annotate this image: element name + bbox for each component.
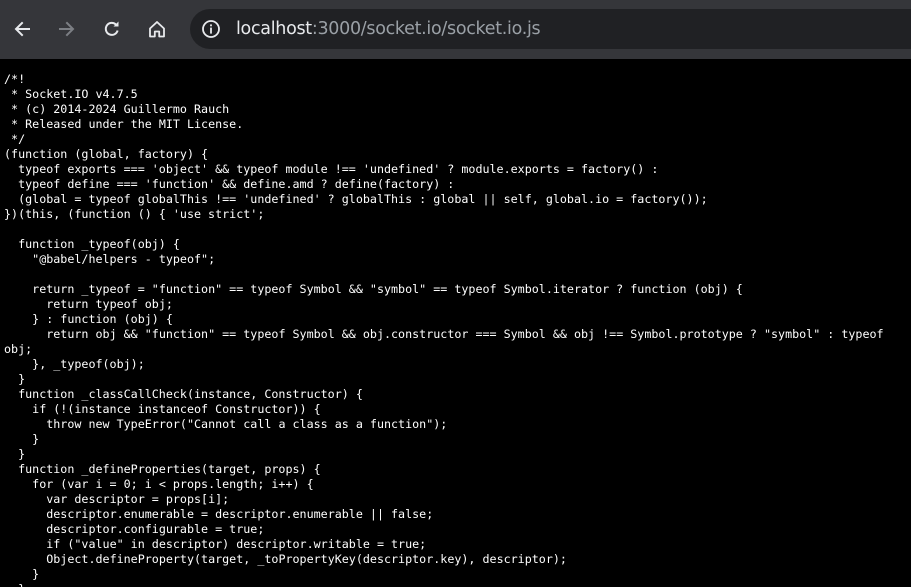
back-arrow-icon (14, 21, 30, 37)
url-text[interactable]: localhost:3000/socket.io/socket.io.js (236, 9, 541, 49)
reload-button[interactable] (94, 11, 130, 47)
url-host: localhost (236, 19, 312, 39)
back-button[interactable] (4, 11, 40, 47)
site-info-icon[interactable] (201, 19, 221, 39)
home-icon (149, 21, 165, 38)
forward-button[interactable] (49, 11, 85, 47)
browser-toolbar: localhost:3000/socket.io/socket.io.js (0, 0, 911, 59)
home-button[interactable] (139, 11, 175, 47)
forward-arrow-icon (59, 21, 75, 37)
url-path: :3000/socket.io/socket.io.js (311, 19, 541, 39)
page-content: /*! * Socket.IO v4.7.5 * (c) 2014-2024 G… (0, 59, 911, 587)
reload-icon (104, 21, 119, 36)
source-code-text: /*! * Socket.IO v4.7.5 * (c) 2014-2024 G… (4, 72, 884, 587)
browser-window: localhost:3000/socket.io/socket.io.js /*… (0, 0, 911, 587)
address-bar[interactable]: localhost:3000/socket.io/socket.io.js (190, 9, 911, 49)
